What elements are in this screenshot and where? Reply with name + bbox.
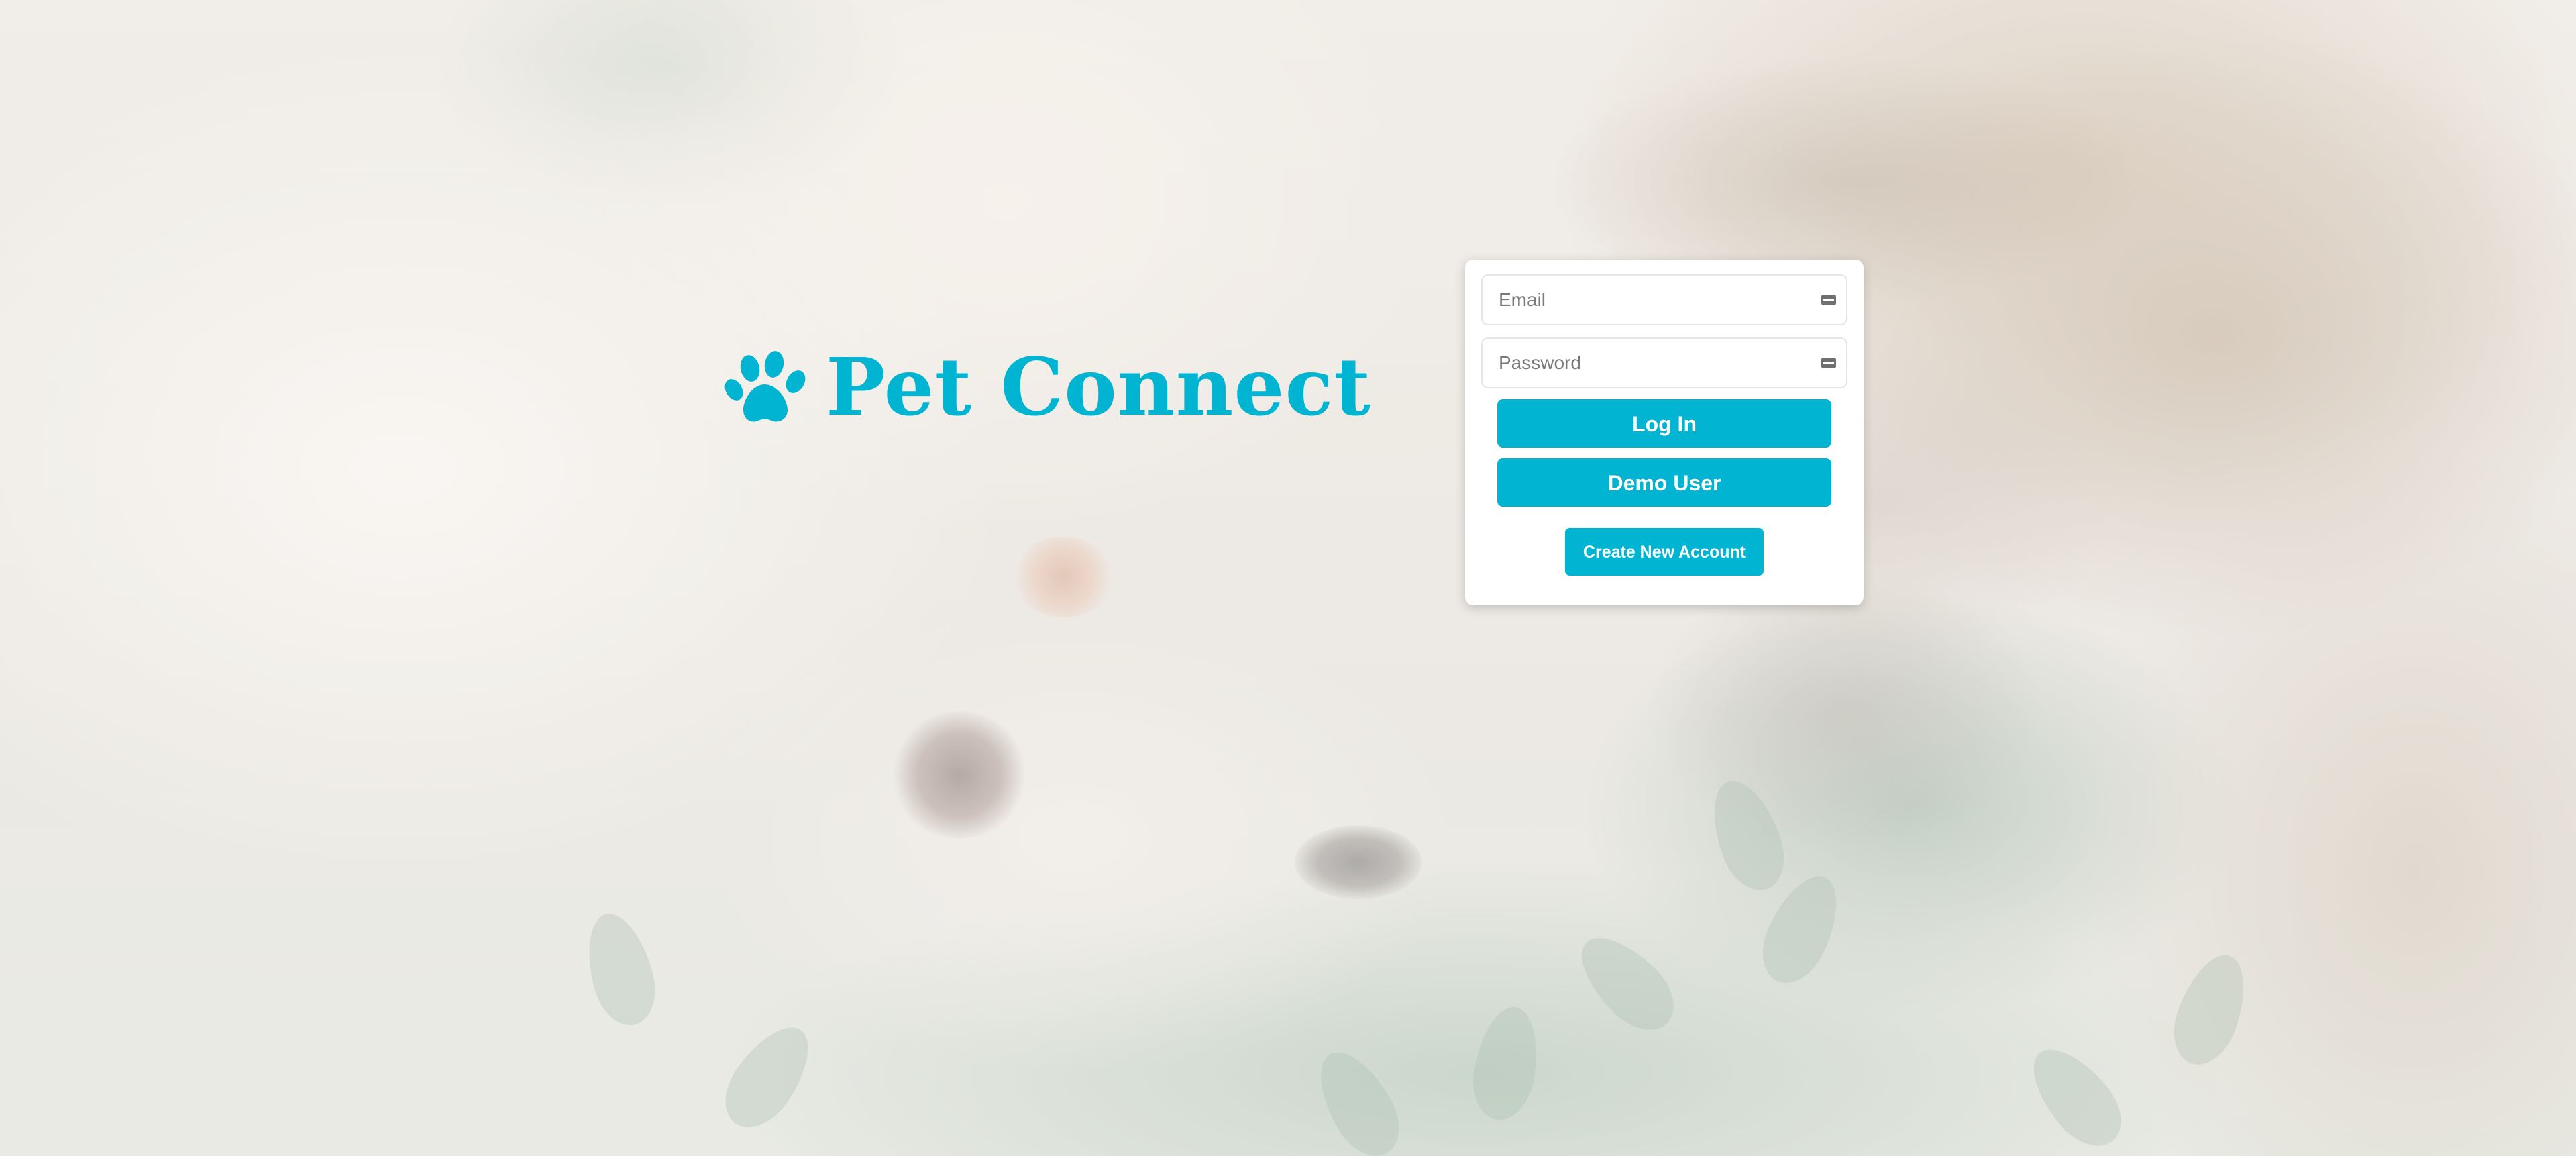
login-card: Log In Demo User Create New Account: [1465, 260, 1864, 605]
email-input[interactable]: [1483, 276, 1846, 324]
photo-overlay: [0, 0, 2576, 1156]
key-icon[interactable]: [1821, 356, 1837, 370]
login-button[interactable]: Log In: [1497, 399, 1831, 448]
paw-icon: [723, 347, 814, 427]
demo-user-button[interactable]: Demo User: [1497, 458, 1831, 507]
password-input[interactable]: [1483, 339, 1846, 387]
password-field-container: [1481, 337, 1847, 388]
brand-logo: Pet Connect: [723, 344, 1371, 431]
background-photo: [0, 0, 2576, 1156]
key-icon[interactable]: [1821, 293, 1837, 307]
email-field-container: [1481, 274, 1847, 325]
brand-name: Pet Connect: [826, 340, 1371, 433]
create-account-button[interactable]: Create New Account: [1565, 528, 1764, 576]
